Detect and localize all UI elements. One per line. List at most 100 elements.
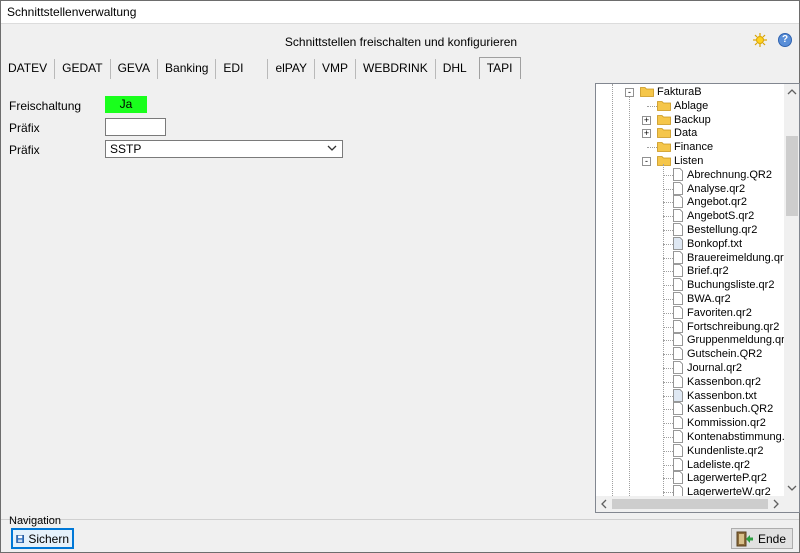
- tree-item-label: Favoriten.qr2: [687, 306, 752, 319]
- scroll-down-icon[interactable]: [784, 480, 800, 496]
- report-file-icon: [673, 250, 683, 264]
- report-file-icon: [673, 264, 683, 278]
- folder-icon: [657, 114, 671, 125]
- tree-item-file[interactable]: Kassenbon.qr2: [596, 374, 784, 389]
- file-tree[interactable]: - FakturaB Ablage + Backup + Data Finance - Liste…: [595, 83, 800, 513]
- praefix-input[interactable]: [105, 118, 166, 136]
- tab-webdrink[interactable]: WEBDRINK: [356, 59, 436, 79]
- tree-item-file[interactable]: Brauereimeldung.qr2: [596, 250, 784, 265]
- vertical-scrollbar[interactable]: [784, 84, 800, 496]
- tree-item-label: Kassenbuch.QR2: [687, 403, 774, 416]
- tree-item-folder[interactable]: Finance: [596, 140, 784, 154]
- tab-banking[interactable]: Banking: [158, 59, 217, 79]
- window-title: Schnittstellenverwaltung: [1, 1, 799, 23]
- tab-vmp[interactable]: VMP: [315, 59, 357, 79]
- tree-item-file[interactable]: Bonkopf.txt: [596, 236, 784, 251]
- tree-item-file[interactable]: LagerwerteP.qr2: [596, 471, 784, 485]
- tab-datev[interactable]: DATEV: [1, 59, 56, 79]
- tree-item-file[interactable]: Kontenabstimmung.qr2: [596, 430, 784, 444]
- tree-item-file[interactable]: Fortschreibung.qr2: [596, 319, 784, 334]
- scroll-left-icon[interactable]: [596, 496, 612, 512]
- tree-item-file[interactable]: BWA.qr2: [596, 292, 784, 306]
- title-separator: [1, 23, 799, 24]
- expand-icon[interactable]: +: [642, 129, 651, 139]
- tab-gedat[interactable]: GEDAT: [55, 59, 111, 79]
- folder-icon: [640, 86, 654, 97]
- tree-item-label: Gutschein.QR2: [687, 348, 763, 361]
- tab-edi[interactable]: EDI: [216, 59, 269, 79]
- tab-geva[interactable]: GEVA: [111, 59, 159, 79]
- folder-icon: [657, 127, 671, 139]
- tree-item-file[interactable]: Angebot.qr2: [596, 195, 784, 209]
- tab-elpay[interactable]: elPAY: [268, 59, 316, 79]
- tree-item-file[interactable]: Kommission.qr2: [596, 416, 784, 430]
- floppy-disk-icon: [16, 534, 25, 543]
- collapse-icon[interactable]: -: [642, 157, 651, 166]
- tree-item-file[interactable]: AngebotS.qr2: [596, 209, 784, 223]
- tree-item-file[interactable]: Brief.qr2: [596, 264, 784, 278]
- text-file-icon: [673, 388, 683, 402]
- tree-item-file[interactable]: Favoriten.qr2: [596, 305, 784, 320]
- tree-item-label: Listen: [674, 155, 704, 167]
- report-file-icon: [673, 471, 683, 485]
- folder-icon: [657, 100, 671, 111]
- tree-item-file[interactable]: Ladeliste.qr2: [596, 457, 784, 472]
- tree-item-label: Brauereimeldung.qr2: [687, 251, 784, 264]
- tree-item-file[interactable]: Bestellung.qr2: [596, 223, 784, 237]
- tab-tapi[interactable]: TAPI: [478, 57, 521, 79]
- horizontal-scroll-thumb[interactable]: [612, 499, 768, 509]
- save-button-label: Sichern: [28, 531, 69, 546]
- tab-bar: DATEV GEDAT GEVA Banking EDI elPAY VMP W…: [1, 57, 521, 79]
- tree-item-label: Analyse.qr2: [687, 182, 746, 195]
- tree-item-folder[interactable]: Ablage: [596, 99, 784, 113]
- tree-item-folder[interactable]: + Data: [596, 126, 784, 140]
- tree-item-file[interactable]: Kassenbon.txt: [596, 388, 784, 403]
- scrollbar-corner: [784, 496, 799, 512]
- tree-item-label: Kassenbon.qr2: [687, 375, 761, 388]
- help-icon[interactable]: ?: [778, 33, 792, 47]
- tree-item-label: Journal.qr2: [687, 362, 743, 374]
- tree-item-file[interactable]: Abrechnung.QR2: [596, 167, 784, 182]
- scroll-up-icon[interactable]: [784, 84, 800, 100]
- chevron-down-icon[interactable]: [326, 142, 338, 154]
- file-tree-content: - FakturaB Ablage + Backup + Data Finance - Liste…: [596, 84, 784, 496]
- praefix-label: Präfix: [9, 121, 40, 135]
- tree-item-file[interactable]: Analyse.qr2: [596, 181, 784, 196]
- tree-item-label: FakturaB: [657, 86, 702, 98]
- expand-icon[interactable]: +: [642, 115, 651, 125]
- tree-item-label: Backup: [674, 113, 711, 126]
- save-button[interactable]: Sichern: [11, 528, 74, 549]
- tree-item-file[interactable]: Gruppenmeldung.qr2: [596, 333, 784, 347]
- horizontal-scrollbar[interactable]: [596, 496, 784, 512]
- praefix-select-label: Präfix: [9, 143, 40, 157]
- tree-item-label: Kommission.qr2: [687, 417, 766, 430]
- report-file-icon: [673, 361, 683, 374]
- tab-dhl[interactable]: DHL: [436, 59, 479, 79]
- exit-door-icon: [736, 531, 753, 546]
- tree-item-file[interactable]: Kundenliste.qr2: [596, 443, 784, 458]
- tree-item-file[interactable]: Gutschein.QR2: [596, 347, 784, 361]
- tree-item-folder[interactable]: + Backup: [596, 113, 784, 127]
- tree-item-file[interactable]: LagerwerteW.qr2: [596, 485, 784, 496]
- end-button[interactable]: Ende: [731, 528, 793, 549]
- tree-item-label: Angebot.qr2: [687, 196, 747, 209]
- tree-item-folder[interactable]: - Listen: [596, 154, 784, 168]
- sun-icon[interactable]: [753, 33, 767, 47]
- collapse-icon[interactable]: -: [625, 88, 634, 97]
- report-file-icon: [673, 457, 683, 471]
- scroll-right-icon[interactable]: [768, 496, 784, 512]
- report-file-icon: [673, 319, 683, 333]
- folder-icon: [657, 141, 671, 153]
- report-file-icon: [673, 167, 683, 181]
- tree-item-file[interactable]: Buchungsliste.qr2: [596, 278, 784, 292]
- freischaltung-toggle[interactable]: Ja: [105, 96, 147, 113]
- praefix-select[interactable]: SSTP: [105, 140, 343, 158]
- vertical-scroll-thumb[interactable]: [786, 136, 798, 216]
- tree-guide-line: [663, 163, 664, 496]
- end-button-label: Ende: [758, 531, 787, 546]
- tree-item-file[interactable]: Kassenbuch.QR2: [596, 402, 784, 416]
- tree-item-root[interactable]: - FakturaB: [596, 85, 784, 99]
- tree-item-label: Data: [674, 127, 698, 140]
- tree-item-file[interactable]: Journal.qr2: [596, 361, 784, 375]
- freischaltung-label: Freischaltung: [9, 99, 82, 113]
